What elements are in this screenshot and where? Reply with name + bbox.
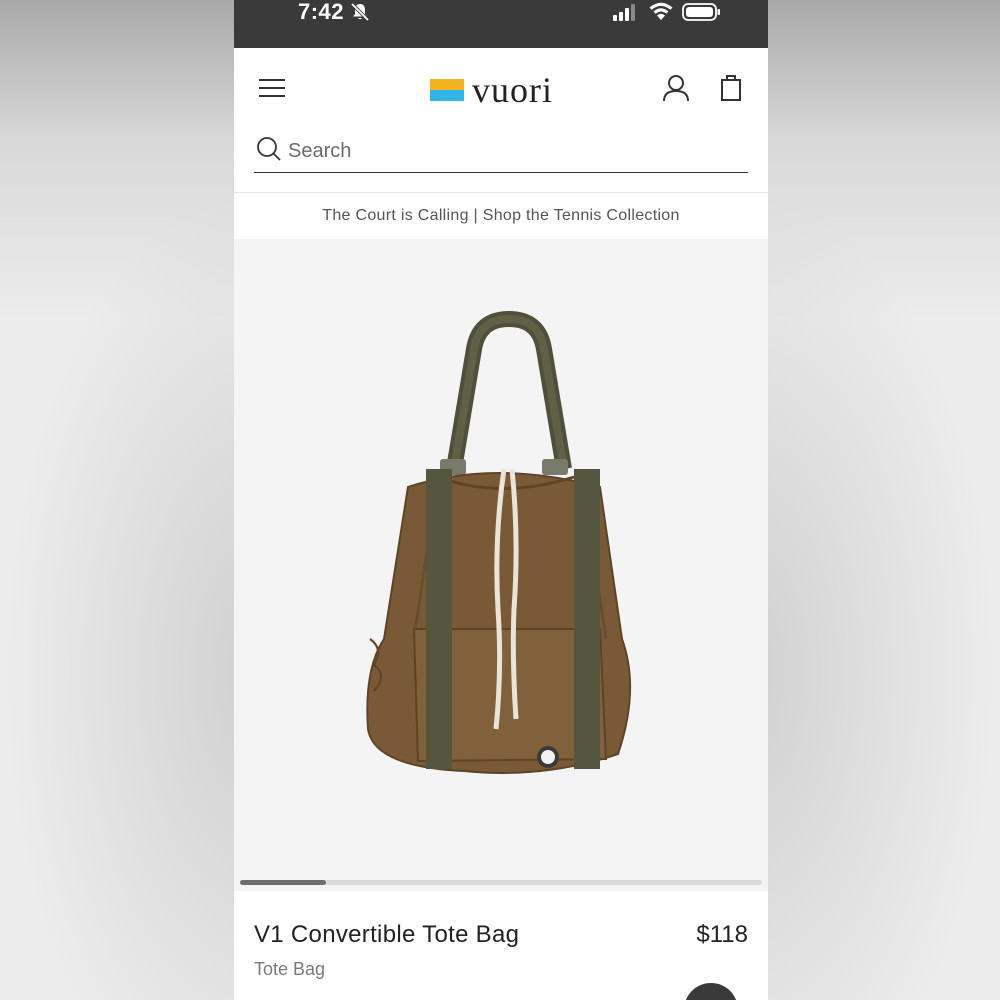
product-image[interactable] [234, 239, 768, 891]
account-icon[interactable] [662, 74, 690, 107]
brand-logo-mark [430, 79, 464, 101]
battery-icon [682, 2, 722, 27]
background-shade-right [734, 180, 1000, 1000]
mute-bell-icon [350, 2, 370, 27]
gallery-progress-track[interactable] [240, 880, 762, 885]
search-bar [254, 130, 748, 173]
wifi-icon [648, 1, 674, 26]
tote-bag-image [366, 311, 632, 774]
product-price: $118 [696, 921, 748, 948]
search-input[interactable] [286, 134, 740, 168]
menu-icon[interactable] [258, 78, 286, 105]
search-icon[interactable] [256, 136, 282, 167]
brand-logo[interactable]: vuori [430, 70, 553, 110]
background-shade-left [0, 180, 266, 1000]
brand-logo-text: vuori [472, 70, 553, 110]
cart-icon[interactable] [720, 74, 742, 107]
product-name[interactable]: V1 Convertible Tote Bag [254, 921, 519, 949]
status-bar: 7:42 [234, 0, 768, 48]
signal-icon [612, 3, 638, 26]
status-time: 7:42 [298, 0, 345, 24]
product-info: V1 Convertible Tote Bag $118 Tote Bag [234, 891, 768, 1000]
phone-screen: 7:42 vuori Search The Court is Calling |… [234, 0, 768, 1000]
product-category: Tote Bag [254, 959, 326, 979]
floating-action-button[interactable] [684, 983, 738, 1000]
gallery-progress-indicator [240, 880, 327, 885]
promo-banner[interactable]: The Court is Calling | Shop the Tennis C… [234, 192, 768, 240]
site-header: vuori [234, 48, 768, 130]
